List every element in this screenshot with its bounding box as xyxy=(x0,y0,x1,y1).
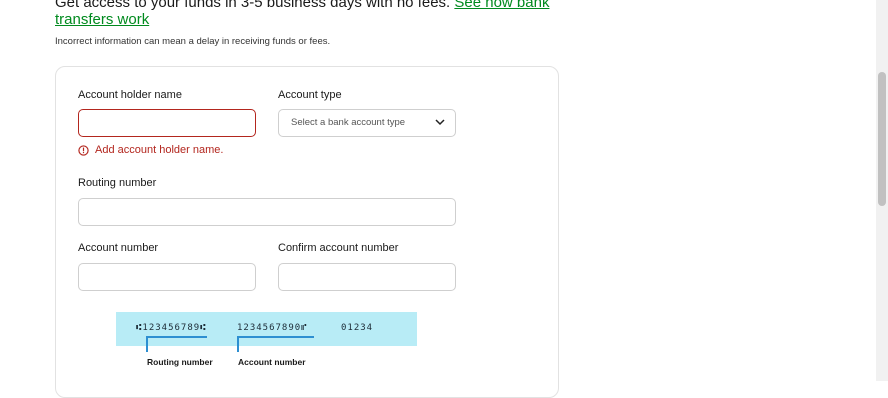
account-holder-input[interactable] xyxy=(78,109,256,137)
routing-number-input[interactable] xyxy=(78,198,456,226)
check-number-micr: 01234 xyxy=(341,323,374,333)
info-note: Incorrect information can mean a delay i… xyxy=(55,36,331,47)
intro-text: Get access to your funds in 3-5 business… xyxy=(55,0,575,28)
account-type-select[interactable]: Select a bank account type xyxy=(278,109,456,137)
account-type-label: Account type xyxy=(278,89,342,101)
routing-bracket-top xyxy=(146,336,207,338)
routing-number-caption: Routing number xyxy=(147,357,213,367)
chevron-down-icon xyxy=(435,119,445,126)
routing-micr: ⑆123456789⑆ xyxy=(136,323,207,333)
account-bracket-top xyxy=(237,336,314,338)
account-type-placeholder: Select a bank account type xyxy=(291,117,406,128)
confirm-account-number-label: Confirm account number xyxy=(278,242,399,254)
scrollbar[interactable] xyxy=(876,0,888,381)
account-holder-error: Add account holder name. xyxy=(78,144,223,156)
account-number-caption: Account number xyxy=(238,357,306,367)
account-number-input[interactable] xyxy=(78,263,256,291)
confirm-account-number-input[interactable] xyxy=(278,263,456,291)
account-number-label: Account number xyxy=(78,242,159,254)
routing-bracket-stem xyxy=(146,336,148,352)
intro-sentence: Get access to your funds in 3-5 business… xyxy=(55,0,455,11)
account-micr: 1234567890⑈ xyxy=(237,323,308,333)
error-icon xyxy=(78,144,89,156)
account-holder-label: Account holder name xyxy=(78,89,182,101)
routing-number-label: Routing number xyxy=(78,177,157,189)
check-diagram: ⑆123456789⑆ 1234567890⑈ 01234 xyxy=(116,312,417,346)
account-bracket-stem xyxy=(237,336,239,352)
error-message: Add account holder name. xyxy=(95,144,224,156)
scrollbar-thumb[interactable] xyxy=(878,72,886,206)
